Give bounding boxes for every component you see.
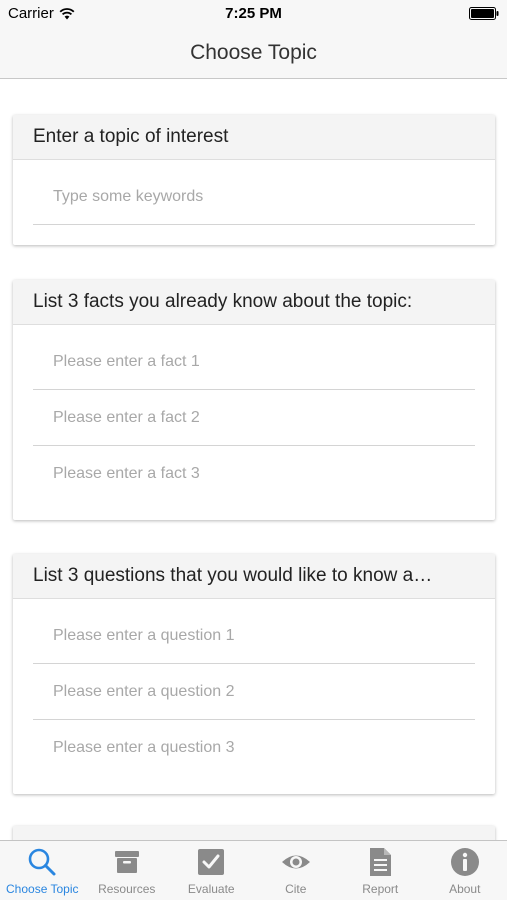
tab-choose-topic-label: Choose Topic	[6, 882, 79, 896]
battery-icon	[469, 7, 499, 20]
fact-2-input[interactable]	[33, 390, 475, 445]
tab-about-label: About	[449, 882, 481, 896]
question-3-input[interactable]	[33, 720, 475, 776]
page-title: Choose Topic	[190, 41, 317, 64]
fact-1-field	[33, 334, 475, 390]
question-3-field	[33, 720, 475, 776]
topic-card-header: Enter a topic of interest	[13, 115, 495, 160]
facts-card-header: List 3 facts you already know about the …	[13, 280, 495, 325]
status-bar: Carrier 7:25 PM	[0, 0, 507, 28]
fact-3-input[interactable]	[33, 446, 475, 502]
fact-1-input[interactable]	[33, 334, 475, 389]
eye-icon	[281, 855, 310, 869]
form-content[interactable]: Enter a topic of interest List 3 facts y…	[0, 80, 507, 840]
search-icon	[28, 848, 56, 876]
topic-field	[33, 169, 475, 225]
document-icon	[370, 848, 392, 876]
tab-about[interactable]: About	[423, 841, 507, 900]
navigation-bar: Choose Topic	[0, 28, 507, 79]
tab-evaluate[interactable]: Evaluate	[169, 841, 254, 900]
fact-3-field	[33, 446, 475, 502]
tab-choose-topic[interactable]: Choose Topic	[0, 841, 85, 900]
question-1-input[interactable]	[33, 608, 475, 663]
tab-bar: Choose Topic Resources Evaluate Cite Rep…	[0, 840, 507, 900]
tab-cite-label: Cite	[285, 882, 307, 896]
tab-cite[interactable]: Cite	[254, 841, 339, 900]
questions-card-header: List 3 questions that you would like to …	[13, 554, 495, 599]
tab-report[interactable]: Report	[338, 841, 423, 900]
topic-card: Enter a topic of interest	[13, 115, 495, 245]
question-2-input[interactable]	[33, 664, 475, 719]
clock: 7:25 PM	[225, 5, 282, 22]
tab-resources-label: Resources	[98, 882, 156, 896]
checkbox-icon	[198, 849, 225, 875]
archive-box-icon	[114, 851, 139, 873]
facts-card: List 3 facts you already know about the …	[13, 280, 495, 520]
tab-report-label: Report	[362, 882, 399, 896]
next-card-partial	[13, 826, 495, 840]
fact-2-field	[33, 390, 475, 446]
tab-evaluate-label: Evaluate	[187, 882, 235, 896]
info-icon	[450, 848, 479, 876]
question-1-field	[33, 608, 475, 664]
next-card-header	[13, 826, 495, 840]
questions-card: List 3 questions that you would like to …	[13, 554, 495, 794]
tab-resources[interactable]: Resources	[85, 841, 170, 900]
topic-keywords-input[interactable]	[33, 169, 475, 224]
question-2-field	[33, 664, 475, 720]
